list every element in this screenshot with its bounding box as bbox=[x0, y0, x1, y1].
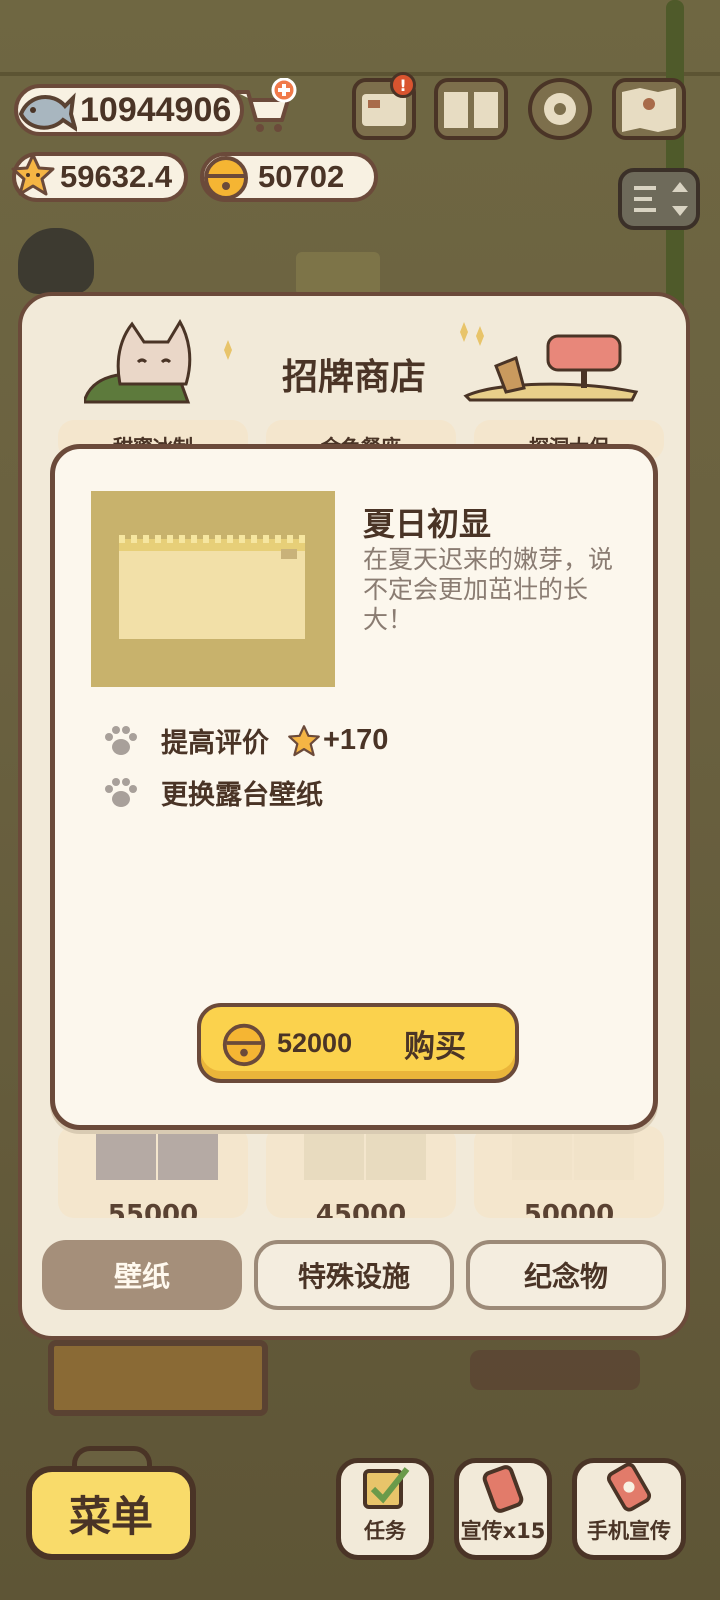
effect-value: +170 bbox=[323, 724, 389, 756]
buy-button[interactable]: 52000 购买 bbox=[197, 1003, 519, 1083]
tab-wallpaper[interactable]: 壁纸 bbox=[42, 1240, 242, 1310]
phone-icon bbox=[606, 1463, 652, 1512]
shop-header: 招牌商店 bbox=[22, 296, 686, 416]
phone-promo-label: 手机宣传 bbox=[587, 1519, 671, 1543]
card-price: 45000 bbox=[315, 1200, 407, 1218]
bell-icon bbox=[222, 1023, 266, 1067]
bell-value: 50702 bbox=[258, 159, 345, 194]
map-button[interactable] bbox=[612, 78, 686, 140]
effect-wallpaper: 更换露台壁纸 bbox=[103, 773, 323, 812]
star-icon bbox=[8, 150, 58, 200]
paw-icon bbox=[105, 777, 137, 807]
effect-label: 更换露台壁纸 bbox=[161, 780, 323, 811]
item-preview-image bbox=[91, 491, 335, 687]
preview-sign bbox=[281, 549, 297, 559]
phone-icon bbox=[482, 1465, 524, 1513]
background-board bbox=[48, 1340, 268, 1416]
settings-gear-button[interactable] bbox=[528, 78, 592, 140]
card-price: 50000 bbox=[523, 1200, 615, 1218]
effect-rating: 提高评价 +170 bbox=[103, 721, 388, 760]
background-cat bbox=[18, 228, 94, 294]
star-icon bbox=[288, 724, 320, 756]
background-stand bbox=[470, 1350, 640, 1390]
wallpaper-card[interactable]: 50000 bbox=[474, 1126, 664, 1218]
book-button[interactable] bbox=[434, 78, 508, 140]
task-button[interactable]: 任务 bbox=[336, 1458, 434, 1560]
sort-toggle-button[interactable] bbox=[618, 168, 700, 230]
effect-label: 提高评价 bbox=[161, 728, 269, 759]
card-thumbnail bbox=[574, 1126, 634, 1180]
cart-add-button[interactable] bbox=[232, 78, 300, 138]
category-tabs: 壁纸 特殊设施 纪念物 bbox=[42, 1240, 666, 1310]
wall-beam bbox=[0, 72, 720, 76]
paw-icon bbox=[105, 725, 137, 755]
card-thumbnail bbox=[158, 1126, 218, 1180]
task-label: 任务 bbox=[364, 1519, 406, 1543]
plant-pole bbox=[666, 0, 684, 330]
bell-icon bbox=[198, 148, 254, 204]
item-detail-modal: 夏日初显 在夏天迟来的嫩芽，说不定会更加茁壮的长大！ 提高评价 +170 更换露… bbox=[50, 444, 658, 1130]
buy-price: 52000 bbox=[277, 1027, 353, 1058]
item-description: 在夏天迟来的嫩芽，说不定会更加茁壮的长大！ bbox=[363, 545, 614, 634]
tab-souvenirs[interactable]: 纪念物 bbox=[466, 1240, 666, 1310]
card-thumbnail bbox=[304, 1126, 364, 1180]
card-thumbnail bbox=[512, 1126, 572, 1180]
checkbox-icon bbox=[363, 1467, 410, 1509]
card-thumbnail bbox=[366, 1126, 426, 1180]
phone-promo-button[interactable]: 手机宣传 bbox=[572, 1458, 686, 1560]
fish-count: 10944906 bbox=[80, 90, 232, 129]
card-thumbnail bbox=[96, 1126, 156, 1180]
promo-button[interactable]: 宣传x15 bbox=[454, 1458, 552, 1560]
preview-flower-trim bbox=[119, 535, 305, 543]
wallpaper-card[interactable]: 45000 bbox=[266, 1126, 456, 1218]
menu-button[interactable]: 菜单 bbox=[26, 1466, 196, 1560]
preview-wallpaper bbox=[119, 545, 305, 639]
buy-label: 购买 bbox=[404, 1028, 467, 1065]
rating-value: 59632.4 bbox=[60, 159, 173, 194]
fish-icon bbox=[14, 80, 78, 140]
mail-alert-icon: ! bbox=[390, 72, 416, 98]
item-name: 夏日初显 bbox=[363, 505, 492, 543]
wallpaper-card[interactable]: 55000 bbox=[58, 1126, 248, 1218]
tab-special-facilities[interactable]: 特殊设施 bbox=[254, 1240, 454, 1310]
card-price: 55000 bbox=[107, 1200, 199, 1218]
background-sign bbox=[296, 252, 380, 296]
promo-label: 宣传x15 bbox=[460, 1519, 546, 1543]
header-paint-roller-illustration bbox=[456, 322, 646, 402]
